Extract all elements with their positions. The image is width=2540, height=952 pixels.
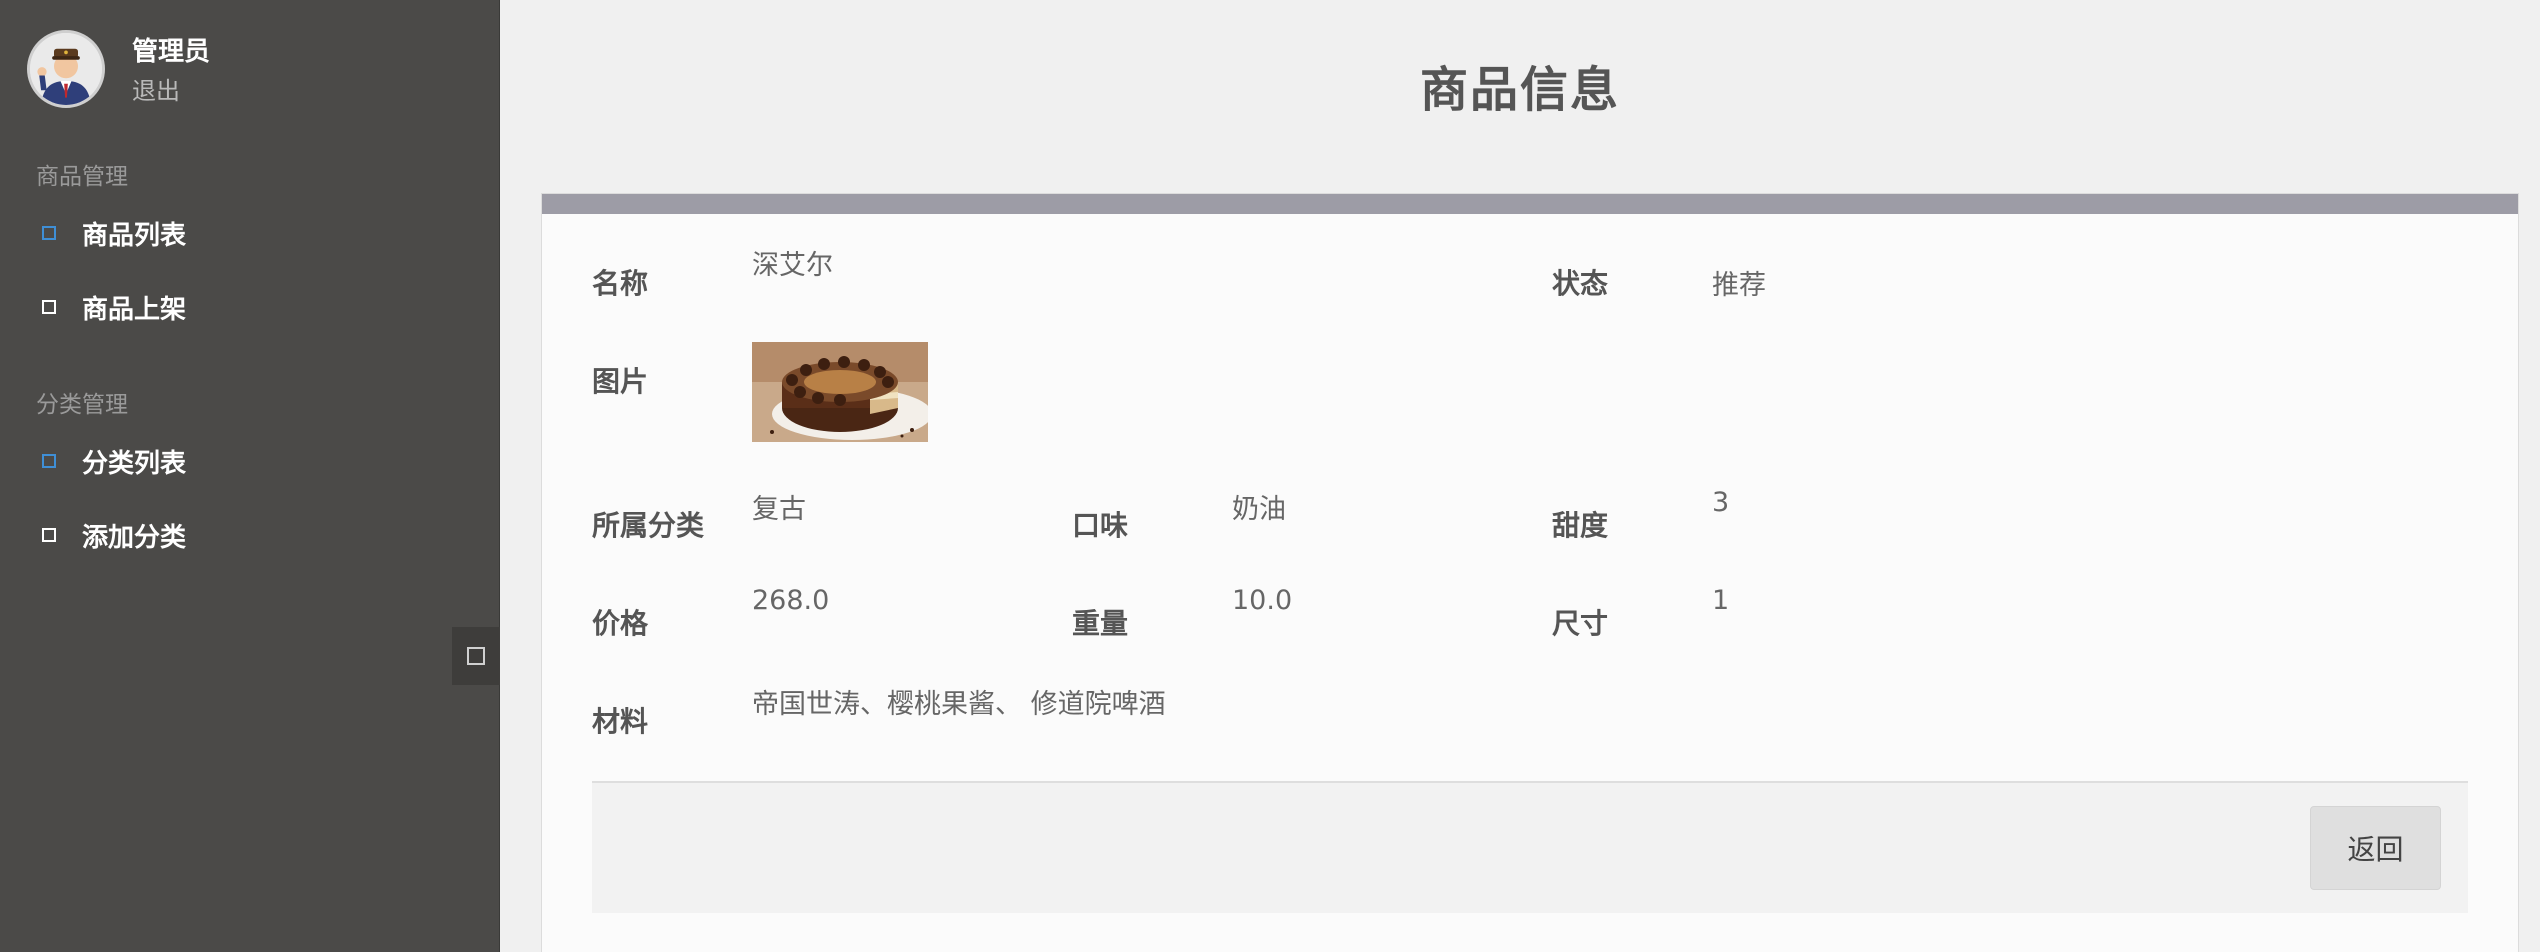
field-label-flavor: 口味 — [1072, 509, 1129, 542]
field-value-price: 268.0 — [752, 585, 830, 616]
sidebar-item-product-list[interactable]: 商品列表 — [36, 213, 186, 253]
sidebar-item-label: 添加分类 — [82, 522, 187, 553]
back-button[interactable]: 返回 — [2310, 806, 2441, 890]
field-value-status: 推荐 — [1712, 270, 1766, 301]
card-header-bar — [542, 194, 2518, 214]
logout-link[interactable]: 退出 — [132, 71, 180, 106]
user-name: 管理员 — [132, 37, 211, 67]
sidebar-item-product-shelve[interactable]: 商品上架 — [36, 287, 186, 327]
sidebar-item-label: 分类列表 — [82, 448, 187, 479]
square-icon — [42, 226, 56, 240]
field-value-sweetness: 3 — [1712, 487, 1730, 518]
square-icon — [42, 300, 56, 314]
field-label-category: 所属分类 — [592, 509, 705, 542]
sidebar-item-category-list[interactable]: 分类列表 — [36, 441, 186, 481]
product-image — [752, 342, 928, 442]
group-title-category: 分类管理 — [36, 392, 128, 418]
field-value-category: 复古 — [752, 494, 806, 525]
group-title-product: 商品管理 — [36, 164, 128, 190]
field-value-size: 1 — [1712, 585, 1730, 616]
card-footer — [592, 781, 2468, 913]
field-value-material: 帝国世涛、樱桃果酱、 修道院啤酒 — [752, 689, 1166, 720]
field-value-flavor: 奶油 — [1232, 494, 1286, 525]
field-label-size: 尺寸 — [1552, 607, 1609, 640]
field-label-price: 价格 — [592, 607, 649, 640]
field-value-weight: 10.0 — [1232, 585, 1293, 616]
field-label-weight: 重量 — [1072, 607, 1129, 640]
sidebar-item-label: 商品列表 — [82, 220, 187, 251]
field-label-image: 图片 — [592, 365, 649, 398]
field-label-sweetness: 甜度 — [1552, 509, 1609, 542]
square-icon — [467, 647, 485, 665]
sidebar-item-label: 商品上架 — [82, 294, 187, 325]
square-icon — [42, 528, 56, 542]
square-icon — [42, 454, 56, 468]
page-title: 商品信息 — [1419, 62, 1620, 118]
field-label-status: 状态 — [1552, 267, 1609, 300]
field-label-name: 名称 — [592, 267, 649, 300]
field-value-name: 深艾尔 — [752, 250, 833, 281]
admin-avatar-icon[interactable] — [27, 30, 105, 108]
sidebar: 管理员 退出 商品管理 商品列表 商品上架 分类管理 分类列表 添加分类 — [0, 0, 500, 952]
field-label-material: 材料 — [592, 705, 649, 738]
sidebar-item-add-category[interactable]: 添加分类 — [36, 515, 186, 555]
sidebar-collapse-button[interactable] — [452, 627, 500, 685]
